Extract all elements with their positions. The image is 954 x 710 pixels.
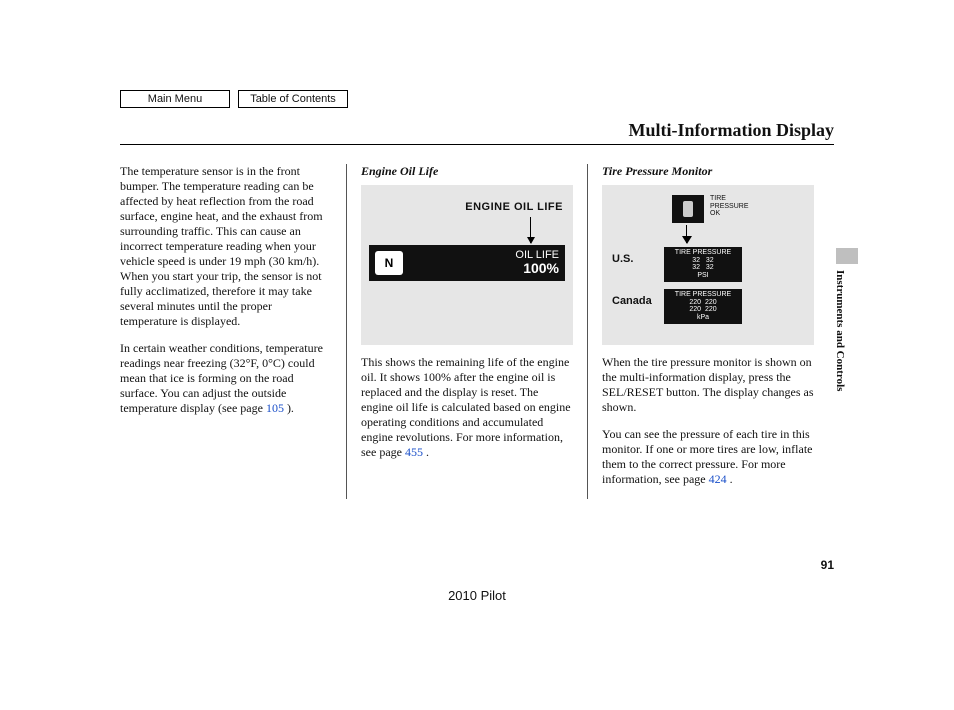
tire-ok-text: TIRE PRESSURE OK (710, 195, 749, 218)
arrow-down-icon (686, 225, 687, 243)
page-number: 91 (821, 558, 834, 572)
col3-p2b: . (727, 472, 733, 486)
link-page-455[interactable]: 455 (405, 445, 423, 459)
col2-p1b: . (423, 445, 429, 459)
col1-para1: The temperature sensor is in the front b… (120, 164, 332, 329)
main-menu-button[interactable]: Main Menu (120, 90, 230, 108)
col3-para2: You can see the pressure of each tire in… (602, 427, 814, 487)
engine-oil-life-heading: Engine Oil Life (361, 164, 573, 179)
page-title: Multi-Information Display (628, 120, 834, 141)
tire-pressure-illustration: TIRE PRESSURE OK U.S. TIRE PRESSURE 32 3… (602, 185, 814, 345)
title-rule (120, 144, 834, 145)
tire-pressure-heading: Tire Pressure Monitor (602, 164, 814, 179)
column-1: The temperature sensor is in the front b… (120, 164, 342, 499)
oil-readout: OIL LIFE 100% (515, 249, 559, 276)
col2-para1: This shows the remaining life of the eng… (361, 355, 573, 460)
table-of-contents-button[interactable]: Table of Contents (238, 90, 348, 108)
col1-p2b: ). (284, 401, 294, 415)
col3-p2a: You can see the pressure of each tire in… (602, 427, 813, 486)
tp-us-vals: 32 32 32 32 PSI (664, 257, 742, 280)
column-2: Engine Oil Life ENGINE OIL LIFE N OIL LI… (351, 164, 583, 499)
column-divider-1 (346, 164, 347, 499)
col2-p1a: This shows the remaining life of the eng… (361, 355, 571, 459)
label-us: U.S. (612, 253, 633, 267)
car-top-icon (672, 195, 704, 223)
section-tab (836, 248, 858, 264)
columns: The temperature sensor is in the front b… (120, 164, 814, 499)
manual-page: Main Menu Table of Contents Multi-Inform… (0, 0, 954, 710)
oil-label: ENGINE OIL LIFE (361, 201, 563, 215)
tp-us-title: TIRE PRESSURE (664, 249, 742, 257)
engine-oil-illustration: ENGINE OIL LIFE N OIL LIFE 100% (361, 185, 573, 345)
nav-buttons: Main Menu Table of Contents (120, 90, 348, 108)
link-page-105[interactable]: 105 (266, 401, 284, 415)
col3-para1: When the tire pressure monitor is shown … (602, 355, 814, 415)
tp-ca-vals: 220 220 220 220 kPa (664, 299, 742, 322)
column-divider-2 (587, 164, 588, 499)
tire-pressure-ca-box: TIRE PRESSURE 220 220 220 220 kPa (664, 289, 742, 324)
tp-ca-title: TIRE PRESSURE (664, 291, 742, 299)
oil-line2: 100% (515, 261, 559, 276)
label-canada: Canada (612, 295, 652, 309)
tire-pressure-us-box: TIRE PRESSURE 32 32 32 32 PSI (664, 247, 742, 282)
section-label: Instruments and Controls (834, 270, 846, 391)
link-page-424[interactable]: 424 (709, 472, 727, 486)
model-name: 2010 Pilot (0, 588, 954, 603)
arrow-down-icon (530, 217, 531, 243)
oil-display-band: N OIL LIFE 100% (369, 245, 565, 281)
col1-para2: In certain weather conditions, temperatu… (120, 341, 332, 416)
gear-indicator: N (375, 251, 403, 275)
column-3: Tire Pressure Monitor TIRE PRESSURE OK U… (592, 164, 814, 499)
